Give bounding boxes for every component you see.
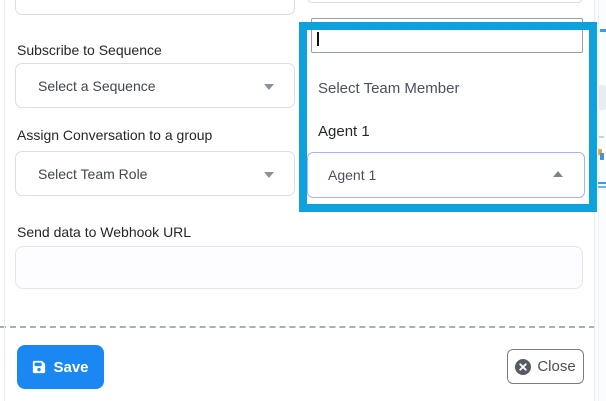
webhook-input[interactable] xyxy=(15,246,583,289)
chevron-down-icon xyxy=(264,172,274,178)
save-button[interactable]: Save xyxy=(17,345,104,389)
top-left-partial-input[interactable] xyxy=(15,0,295,15)
chevron-down-icon xyxy=(264,84,274,90)
background-blue-dash xyxy=(598,186,606,188)
close-button[interactable]: Close xyxy=(507,349,584,384)
top-right-partial-input[interactable] xyxy=(307,0,583,3)
dropdown-option-select-team-member[interactable]: Select Team Member xyxy=(318,80,459,97)
modal-left-border xyxy=(4,0,5,401)
team-member-select[interactable]: Agent 1 xyxy=(307,152,585,198)
sequence-select[interactable]: Select a Sequence xyxy=(15,63,295,108)
sequence-select-value: Select a Sequence xyxy=(38,78,156,94)
background-gray-dash xyxy=(599,136,604,138)
x-circle-icon xyxy=(515,359,531,375)
group-label: Assign Conversation to a group xyxy=(17,127,212,143)
floppy-disk-icon xyxy=(32,360,46,374)
dropdown-option-agent-1[interactable]: Agent 1 xyxy=(318,123,370,140)
background-gray-box xyxy=(599,85,606,110)
team-member-select-value: Agent 1 xyxy=(328,167,376,183)
sequence-label: Subscribe to Sequence xyxy=(17,42,162,58)
text-cursor xyxy=(317,32,319,46)
background-color-glyph xyxy=(600,153,604,160)
chevron-up-icon xyxy=(553,171,563,177)
team-member-search-input[interactable] xyxy=(311,18,583,53)
footer-divider xyxy=(0,326,595,328)
save-button-label: Save xyxy=(53,359,88,376)
modal-right-border xyxy=(594,0,595,401)
background-blue-dash xyxy=(598,182,606,184)
background-divider xyxy=(598,0,599,401)
background-page-strip xyxy=(595,0,606,401)
automation-settings-modal: Subscribe to Sequence Select a Sequence … xyxy=(0,0,606,401)
webhook-label: Send data to Webhook URL xyxy=(17,224,191,240)
group-select-value: Select Team Role xyxy=(38,166,147,182)
group-select[interactable]: Select Team Role xyxy=(15,151,295,196)
background-blue-dash xyxy=(600,29,606,32)
close-button-label: Close xyxy=(537,358,575,375)
